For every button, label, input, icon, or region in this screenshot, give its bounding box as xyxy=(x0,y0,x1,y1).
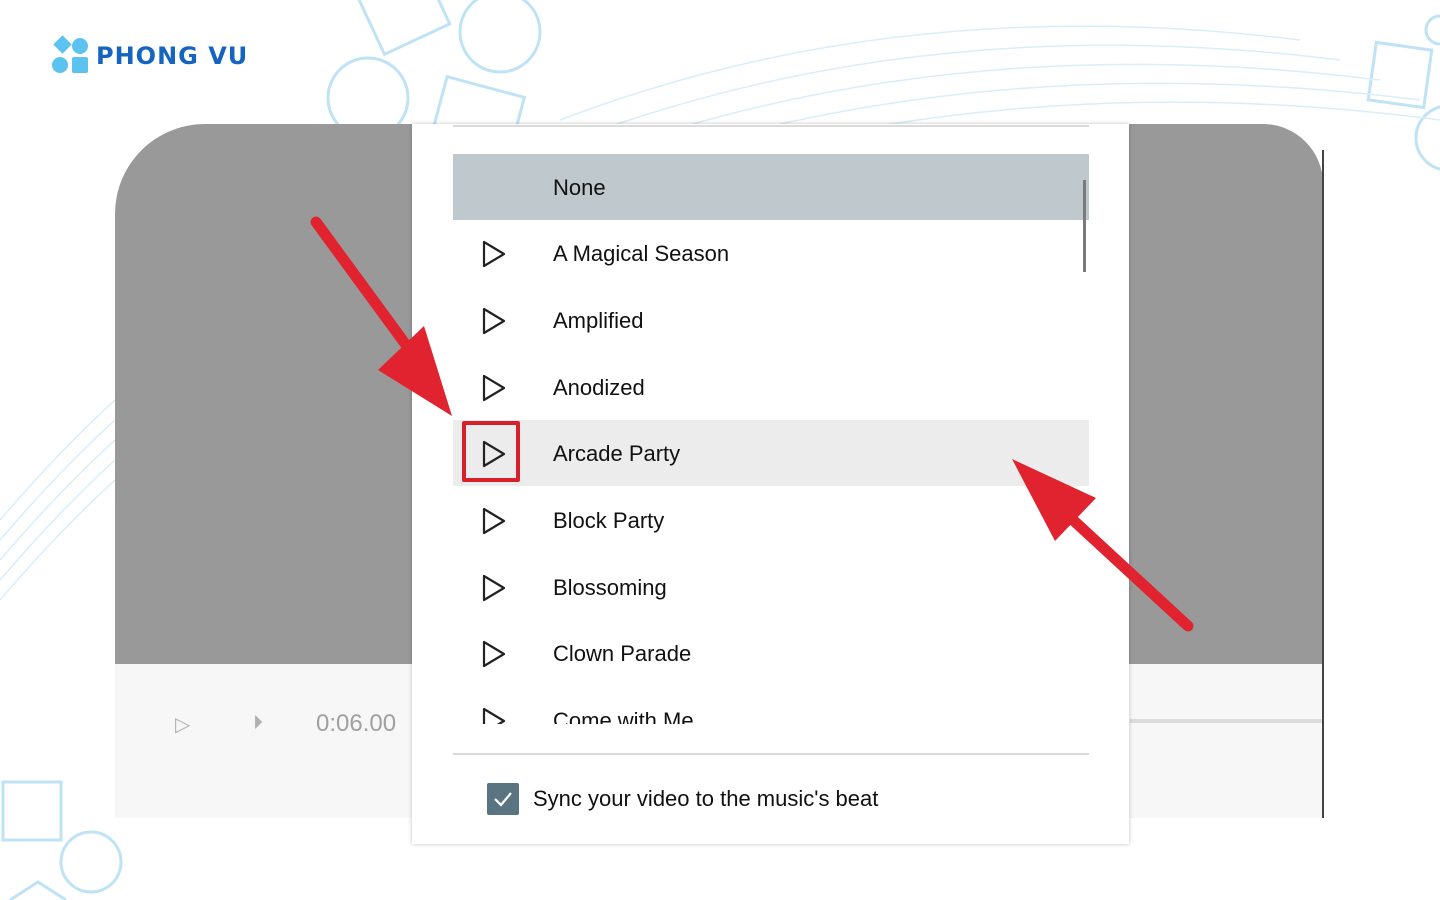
track-label: Amplified xyxy=(553,308,644,333)
play-preview-icon[interactable] xyxy=(479,239,509,269)
track-label: None xyxy=(553,175,606,200)
track-row[interactable]: Anodized xyxy=(453,354,1089,420)
track-row-arcade-party[interactable]: Arcade Party xyxy=(453,420,1089,486)
track-row[interactable]: Amplified xyxy=(453,287,1089,353)
divider xyxy=(453,125,1089,127)
window-edge xyxy=(1322,150,1324,818)
background-music-dialog: None A Magical Season Amplified Anodized… xyxy=(412,124,1129,844)
track-label: Arcade Party xyxy=(553,441,681,466)
play-preview-icon[interactable] xyxy=(479,706,509,724)
playback-time: 0:06.00 xyxy=(316,710,397,737)
step-forward-icon[interactable]: ⏵ xyxy=(253,712,263,735)
play-preview-icon[interactable] xyxy=(479,573,509,603)
brand-name: PHONG VU xyxy=(96,42,249,70)
track-row[interactable]: Block Party xyxy=(453,487,1089,553)
track-label: Clown Parade xyxy=(553,641,692,666)
logo-icon xyxy=(52,35,90,74)
track-label: Block Party xyxy=(553,508,665,533)
timeline-track[interactable] xyxy=(1130,719,1323,723)
sync-beat-label: Sync your video to the music's beat xyxy=(533,786,879,811)
play-icon[interactable]: ▷ xyxy=(175,712,190,737)
divider xyxy=(453,753,1089,755)
play-preview-icon[interactable] xyxy=(479,506,509,536)
play-preview-icon[interactable] xyxy=(479,639,509,669)
brand-logo: PHONG VU xyxy=(52,35,249,74)
track-row[interactable]: Blossoming xyxy=(453,554,1089,620)
track-label: Come with Me xyxy=(553,708,694,724)
track-row[interactable]: Clown Parade xyxy=(453,620,1089,686)
sync-beat-checkbox[interactable] xyxy=(487,783,519,815)
track-label: Blossoming xyxy=(553,575,667,600)
track-row[interactable]: A Magical Season xyxy=(453,220,1089,286)
track-label: A Magical Season xyxy=(553,241,730,266)
highlight-box xyxy=(462,421,520,482)
scrollbar-thumb[interactable] xyxy=(1083,180,1086,272)
play-preview-icon[interactable] xyxy=(479,373,509,403)
track-label: Anodized xyxy=(553,375,645,400)
track-row-none[interactable]: None xyxy=(453,154,1089,220)
track-row[interactable]: Come with Me xyxy=(453,687,1089,724)
checkmark-icon xyxy=(494,792,512,807)
music-track-list: None A Magical Season Amplified Anodized… xyxy=(453,154,1089,724)
play-preview-icon[interactable] xyxy=(479,306,509,336)
